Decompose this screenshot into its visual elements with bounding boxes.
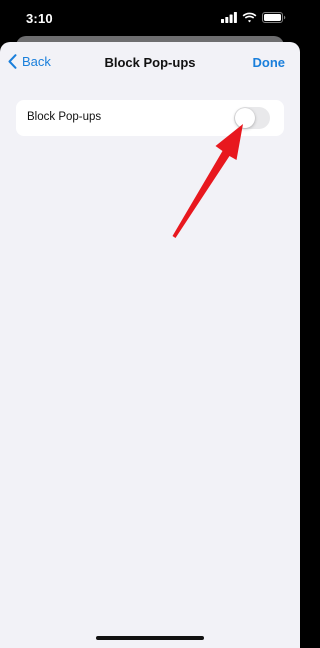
home-indicator	[96, 636, 204, 640]
toggle-knob	[235, 108, 255, 128]
battery-icon	[262, 12, 286, 23]
block-popups-toggle[interactable]	[234, 107, 270, 129]
row-label: Block Pop-ups	[27, 111, 102, 123]
done-button[interactable]: Done	[253, 55, 286, 70]
phone-screen: 3:10 Back Block Pop-ups Done Block Pop-u…	[0, 0, 300, 648]
status-time: 3:10	[26, 11, 53, 26]
navigation-bar: Back Block Pop-ups Done	[0, 42, 300, 86]
cellular-signal-icon	[221, 12, 237, 23]
status-icons	[221, 12, 286, 23]
settings-sheet: Back Block Pop-ups Done Block Pop-ups	[0, 42, 300, 648]
wifi-icon	[242, 12, 257, 23]
status-bar: 3:10	[0, 0, 300, 40]
settings-group: Block Pop-ups	[16, 100, 284, 136]
